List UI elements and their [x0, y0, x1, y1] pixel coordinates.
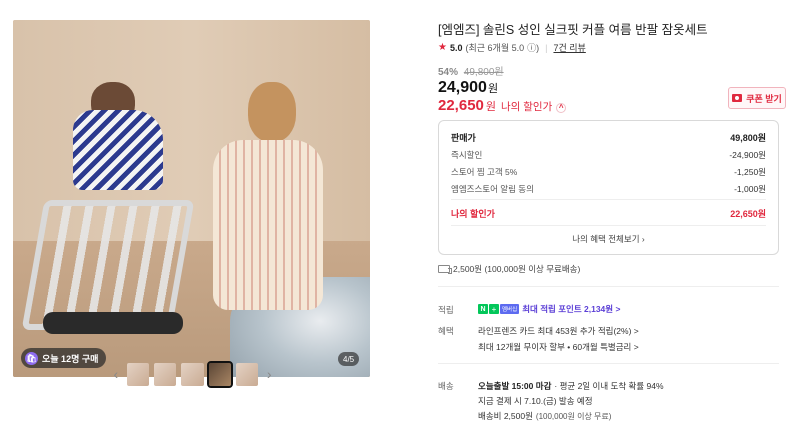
breakdown-label: 엠엠즈스토어 알림 동의: [451, 184, 534, 194]
rating-summary: ★ 5.0 (최근 6개월 5.0 ⓘ) | 7건 리뷰: [438, 41, 586, 54]
image-counter: 4/5: [338, 352, 360, 366]
my-discount-price[interactable]: 22,650 원 나의 할인가 ^: [438, 97, 567, 114]
points-row[interactable]: N + 멤버십 최대 적립 포인트 2,134원 >: [478, 303, 620, 315]
photo-model-1: [73, 110, 163, 190]
photo-sandals: [43, 312, 183, 334]
benefit-label: 혜택: [438, 326, 454, 336]
sale-price: 24,900원: [438, 79, 498, 97]
my-price-unit: 원: [485, 101, 497, 113]
shipping-fee: 2,500원 (100,000원 이상 무료배송): [438, 263, 580, 275]
my-price-label: 나의 할인가: [501, 101, 553, 113]
discount-line: 54% 49,800원: [438, 63, 504, 78]
card-benefit-link[interactable]: 라인프렌즈 카드 최대 453원 추가 적립(2%) >: [478, 325, 639, 337]
see-all-label: 나의 혜택 전체보기: [572, 234, 640, 244]
thumbnail-5[interactable]: [236, 362, 259, 386]
today-ship-deadline: 오늘출발 15:00 마감: [478, 381, 552, 391]
coupon-button-label: 쿠폰 받기: [746, 93, 782, 104]
rating-score: 5.0: [449, 42, 463, 53]
breakdown-value: 49,800원: [730, 133, 766, 143]
breakdown-value: -1,000원: [734, 184, 766, 194]
breakdown-row-store-wish: 스토어 찜 고객 5% -1,250원: [451, 166, 766, 178]
thumbnail-3[interactable]: [181, 362, 204, 386]
product-main-image[interactable]: [13, 20, 370, 377]
installment-link[interactable]: 최대 12개월 무이자 할부 • 60개월 특별금리 >: [478, 341, 639, 353]
shipping-fee-text: 2,500원 (100,000원 이상 무료배송): [453, 264, 581, 274]
delivery-fee-note: (100,000원 이상 무료): [535, 411, 612, 421]
ship-date-text: 지금 결제 시 7.10.(금) 발송 예정: [478, 396, 593, 406]
rating-recent: (최근 6개월 5.0: [465, 43, 525, 53]
section-divider: [438, 363, 779, 364]
thumbnail-1[interactable]: [126, 362, 149, 386]
sale-price-unit: 원: [487, 83, 499, 95]
photo-lounge-chair: [21, 200, 195, 330]
breakdown-value: -24,900원: [729, 150, 766, 160]
discount-percent: 54%: [438, 67, 459, 78]
breakdown-row-instant: 즉시할인 -24,900원: [451, 149, 766, 161]
product-title: [엠엠즈] 솔린S 성인 실크핏 커플 여름 반팔 잠옷세트: [438, 23, 708, 37]
price-breakdown-box: 판매가 49,800원 즉시할인 -24,900원 스토어 찜 고객 5% -1…: [438, 120, 779, 255]
breakdown-divider: [451, 199, 766, 200]
my-price-value: 22,650: [438, 97, 484, 114]
original-price: 49,800원: [463, 67, 504, 78]
delivery-fee-text: 배송비 2,500원: [478, 411, 533, 421]
thumbnail-strip: ‹ ›: [110, 359, 275, 389]
review-link[interactable]: 7건 리뷰: [553, 41, 585, 54]
chevron-up-icon[interactable]: ^: [556, 102, 567, 113]
max-points-link[interactable]: 최대 적립 포인트 2,134원 >: [522, 303, 620, 315]
thumbnail-4[interactable]: [206, 360, 234, 388]
breakdown-label: 판매가: [451, 133, 476, 143]
breakdown-divider: [451, 225, 766, 226]
photo-model-2: [213, 140, 323, 310]
delivery-line-3: 배송비 2,500원 (100,000원 이상 무료): [478, 410, 611, 422]
thumbnail-2[interactable]: [154, 362, 177, 386]
coupon-button[interactable]: 쿠폰 받기: [728, 87, 786, 109]
section-divider: [438, 286, 779, 287]
coupon-icon: [732, 94, 743, 102]
installment-text: 최대 12개월 무이자 할부 • 60개월 특별금리 >: [478, 342, 639, 352]
breakdown-value: 22,650원: [730, 209, 766, 219]
chevron-left-icon[interactable]: ‹: [110, 362, 122, 386]
npay-membership-icon: N + 멤버십: [478, 304, 520, 314]
breakdown-label: 나의 할인가: [451, 209, 495, 219]
truck-icon: [438, 265, 452, 274]
see-all-benefits-link[interactable]: 나의 혜택 전체보기 ›: [439, 233, 778, 245]
breakdown-label: 스토어 찜 고객 5%: [451, 167, 518, 177]
points-label: 적립: [438, 305, 454, 315]
purchase-count-text: 오늘 12명 구매: [42, 353, 99, 364]
chevron-right-icon: ›: [641, 234, 645, 244]
chevron-right-icon[interactable]: ›: [263, 362, 275, 386]
sale-price-value: 24,900: [438, 79, 487, 96]
arrival-probability: · 평균 2일 이내 도착 확률 94%: [554, 381, 664, 391]
photo-model-2-head: [248, 82, 296, 142]
delivery-line-1: 오늘출발 15:00 마감 · 평균 2일 이내 도착 확률 94%: [478, 380, 664, 392]
breakdown-label: 즉시할인: [451, 150, 483, 160]
info-icon[interactable]: ⓘ): [527, 41, 539, 54]
breakdown-row-alarm: 엠엠즈스토어 알림 동의 -1,000원: [451, 183, 766, 195]
rating-separator: |: [545, 42, 548, 53]
breakdown-value: -1,250원: [734, 167, 766, 177]
purchase-count-badge: 🛍 오늘 12명 구매: [21, 348, 107, 368]
breakdown-row-price: 판매가 49,800원: [451, 131, 766, 144]
star-icon: ★: [438, 42, 447, 53]
card-benefit-text: 라인프렌즈 카드 최대 453원 추가 적립(2%) >: [478, 326, 639, 336]
delivery-label: 배송: [438, 381, 454, 391]
delivery-line-2: 지금 결제 시 7.10.(금) 발송 예정: [478, 395, 593, 407]
breakdown-row-my-price: 나의 할인가 22,650원: [451, 207, 766, 220]
bag-icon: 🛍: [25, 351, 38, 365]
